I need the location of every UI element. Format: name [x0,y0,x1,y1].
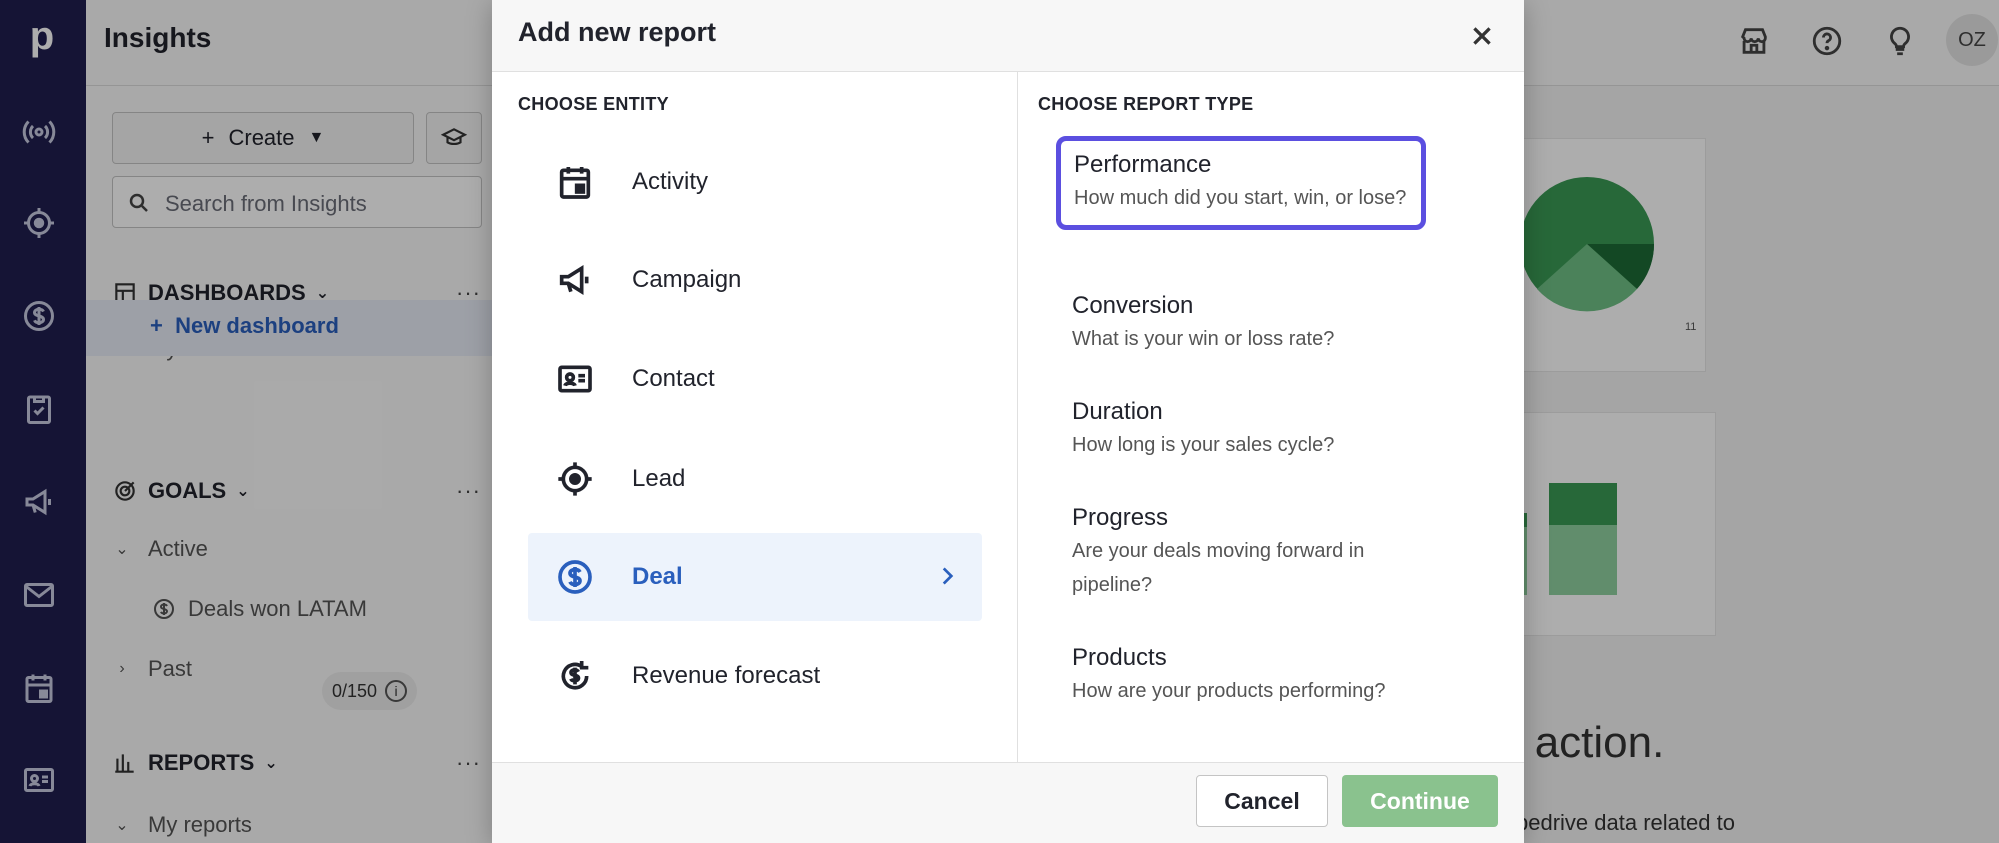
report-type-description: What is your win or loss rate? [1072,328,1335,350]
report-type-progress[interactable]: Progress Are your deals moving forward i… [1054,490,1424,616]
close-button[interactable] [1460,14,1504,58]
entity-label: Revenue forecast [632,662,821,689]
entity-column: CHOOSE ENTITY Activity Campaign Contact … [492,72,1018,762]
dialog-header: Add new report [492,0,1524,72]
report-type-column: CHOOSE REPORT TYPE Performance How much … [1018,72,1524,762]
forecast-icon [550,651,600,701]
close-icon [1473,27,1491,45]
continue-button[interactable]: Continue [1342,775,1498,827]
cancel-button[interactable]: Cancel [1196,775,1328,827]
report-type-title: Performance [1074,151,1212,178]
report-type-description: How are your products performing? [1072,680,1386,702]
dialog-footer: Cancel Continue [492,762,1524,843]
entity-label: Campaign [632,266,742,293]
chevron-right-icon [934,563,960,594]
report-type-title: Conversion [1072,292,1194,319]
entity-label: Contact [632,365,715,392]
dollar-icon [550,552,600,602]
entity-option-contact[interactable]: Contact [528,335,982,423]
entity-option-campaign[interactable]: Campaign [528,236,982,324]
target-icon [550,454,600,504]
entity-option-revenue-forecast[interactable]: Revenue forecast [528,632,982,720]
report-type-products[interactable]: Products How are your products performin… [1054,630,1424,722]
report-type-header: CHOOSE REPORT TYPE [1038,94,1254,114]
entity-header: CHOOSE ENTITY [518,94,669,114]
report-type-title: Progress [1072,504,1169,531]
entity-option-lead[interactable]: Lead [528,435,982,523]
report-type-title: Products [1072,644,1167,671]
entity-option-activity[interactable]: Activity [528,138,982,226]
report-type-description: Are your deals moving forward in pipelin… [1072,540,1365,596]
report-type-performance[interactable]: Performance How much did you start, win,… [1056,136,1426,230]
report-type-duration[interactable]: Duration How long is your sales cycle? [1054,384,1424,476]
add-report-dialog: Add new report CHOOSE ENTITY Activity Ca… [492,0,1524,843]
entity-label: Deal [632,563,683,590]
calendar-icon [550,157,600,207]
report-type-title: Duration [1072,398,1163,425]
report-type-conversion[interactable]: Conversion What is your win or loss rate… [1054,278,1424,370]
megaphone-icon [550,255,600,305]
report-type-description: How long is your sales cycle? [1072,434,1335,456]
entity-label: Activity [632,168,709,195]
entity-label: Lead [632,465,686,492]
entity-option-deal[interactable]: Deal [528,533,982,621]
report-type-description: How much did you start, win, or lose? [1074,187,1407,209]
contact-card-icon [550,354,600,404]
dialog-title: Add new report [518,17,717,47]
